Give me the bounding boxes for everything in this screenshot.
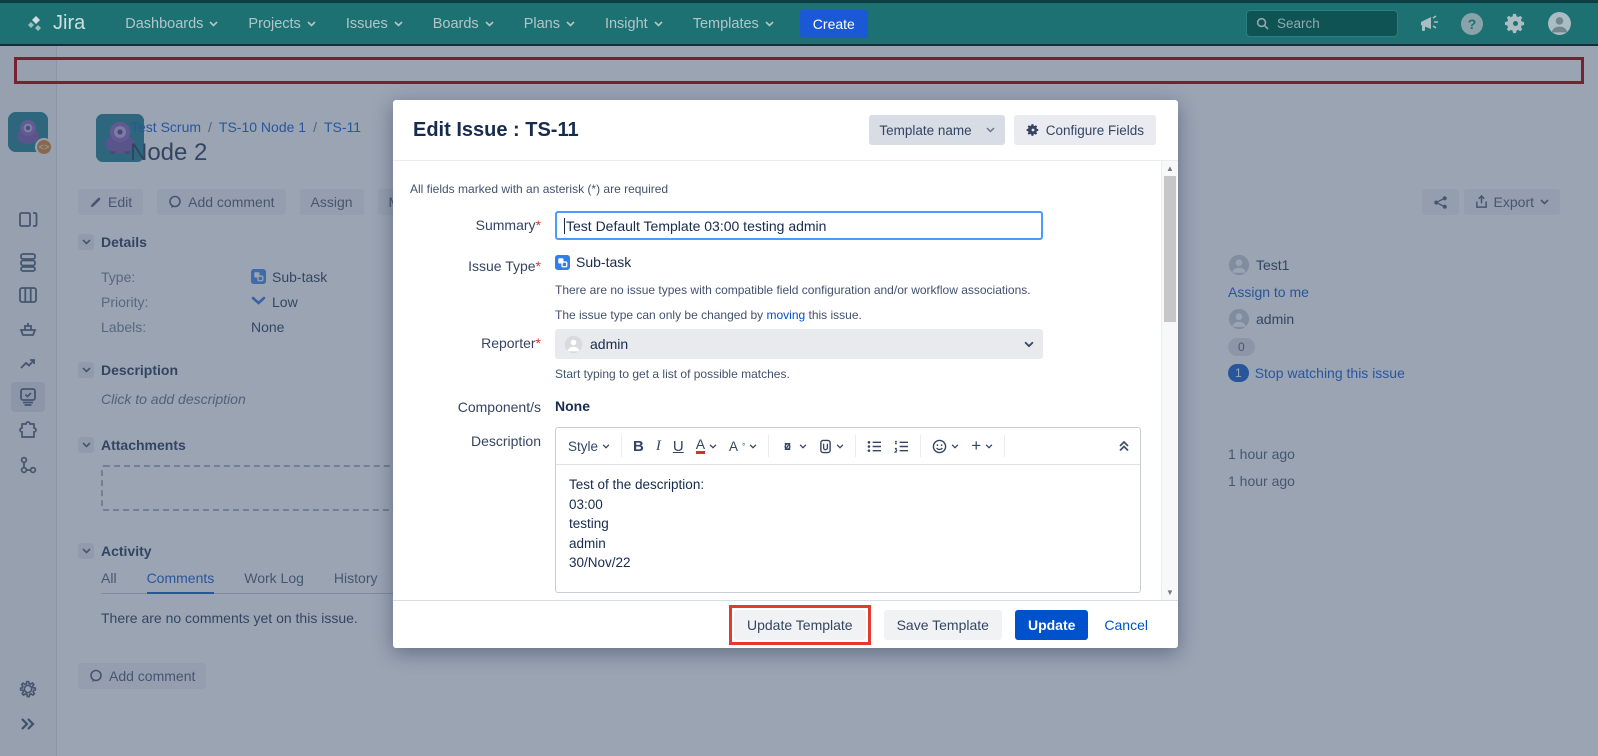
underline-button[interactable]: U (673, 438, 684, 455)
dialog-title: Edit Issue : TS-11 (413, 119, 579, 142)
dialog-body: All fields marked with an asterisk (*) a… (393, 161, 1161, 600)
issue-type-note: There are no issue types with compatible… (555, 283, 1031, 297)
create-button[interactable]: Create (800, 10, 868, 38)
bullet-list-icon (867, 440, 882, 453)
moving-link[interactable]: moving (766, 308, 805, 322)
megaphone-icon (1418, 14, 1440, 34)
chevron-down-icon (749, 444, 757, 449)
paperclip-icon (819, 439, 832, 454)
nav-right-cluster: ? (1246, 10, 1598, 37)
chevron-down-icon (986, 127, 995, 133)
help-button[interactable]: ? (1460, 12, 1484, 36)
jira-logo[interactable]: Jira (26, 12, 85, 35)
top-navigation-bar: Jira Dashboards Projects Issues Boards P… (0, 0, 1598, 46)
numbered-list-button[interactable] (894, 440, 909, 453)
chevron-down-icon (951, 444, 959, 449)
editor-toolbar: Style B I U A A° (556, 428, 1140, 465)
insert-more-button[interactable]: + (971, 436, 993, 456)
style-dropdown[interactable]: Style (568, 439, 610, 454)
chevron-down-icon (709, 444, 717, 449)
reporter-label: Reporter (481, 335, 535, 351)
gear-icon (1026, 123, 1040, 137)
gear-icon (1504, 12, 1527, 35)
dialog-header: Edit Issue : TS-11 Template name Configu… (393, 100, 1178, 161)
search-input[interactable] (1277, 16, 1387, 31)
update-button[interactable]: Update (1015, 610, 1088, 640)
attachment-button[interactable] (819, 439, 844, 454)
template-name-dropdown[interactable]: Template name (869, 115, 1004, 145)
settings-button[interactable] (1504, 12, 1527, 35)
numbered-list-icon (894, 440, 909, 453)
chevron-down-icon (985, 444, 993, 449)
summary-label: Summary (476, 217, 536, 233)
subtask-type-icon (555, 255, 570, 270)
bullet-list-button[interactable] (867, 440, 882, 453)
issue-type-label: Issue Type (468, 258, 535, 274)
nav-issues[interactable]: Issues (346, 16, 403, 32)
main-menu: Dashboards Projects Issues Boards Plans … (125, 16, 774, 32)
required-fields-note: All fields marked with an asterisk (*) a… (410, 182, 668, 196)
description-textarea[interactable]: Test of the description: 03:00 testing a… (556, 465, 1140, 592)
chevron-down-icon (799, 444, 807, 449)
chevron-down-icon (1024, 341, 1034, 348)
configure-fields-button[interactable]: Configure Fields (1014, 115, 1156, 145)
chevron-down-icon (654, 21, 663, 27)
dialog-footer: Update Template Save Template Update Can… (393, 600, 1178, 648)
link-icon (780, 440, 795, 453)
scroll-down-arrow-icon[interactable]: ▼ (1162, 585, 1178, 600)
chevron-down-icon (602, 444, 610, 449)
cancel-link[interactable]: Cancel (1104, 617, 1148, 633)
nav-boards[interactable]: Boards (433, 16, 494, 32)
nav-plans[interactable]: Plans (524, 16, 575, 32)
dialog-scrollbar[interactable]: ▲ ▼ (1161, 161, 1178, 600)
annotation-highlight-box: Update Template (729, 605, 871, 645)
chevron-down-icon (765, 21, 774, 27)
summary-input[interactable]: Test Default Template 03:00 testing admi… (555, 211, 1043, 240)
search-icon (1256, 17, 1269, 30)
chevron-down-icon (485, 21, 494, 27)
search-box[interactable] (1246, 10, 1398, 37)
chevron-down-icon (307, 21, 316, 27)
components-label: Component/s (393, 394, 541, 415)
edit-issue-dialog: Edit Issue : TS-11 Template name Configu… (393, 100, 1178, 648)
avatar-icon (1547, 11, 1572, 36)
chevron-down-icon (209, 21, 218, 27)
update-template-button[interactable]: Update Template (734, 610, 866, 640)
more-formatting-button[interactable]: A° (729, 439, 757, 454)
toolbar-collapse-icon[interactable] (1118, 440, 1130, 452)
save-template-button[interactable]: Save Template (884, 610, 1002, 640)
text-color-button[interactable]: A (696, 438, 717, 454)
bold-button[interactable]: B (633, 438, 644, 455)
reporter-select[interactable]: admin (555, 329, 1043, 359)
components-value: None (555, 394, 590, 415)
avatar-icon (564, 335, 583, 354)
link-button[interactable] (780, 440, 807, 453)
screen: Jira Dashboards Projects Issues Boards P… (0, 0, 1598, 756)
reporter-helper: Start typing to get a list of possible m… (555, 367, 790, 381)
user-avatar-button[interactable] (1547, 11, 1572, 36)
issue-type-value: Sub-task (555, 250, 631, 270)
nav-insight[interactable]: Insight (605, 16, 663, 32)
text-caret (564, 218, 565, 234)
description-editor: Style B I U A A° (555, 427, 1141, 593)
emoji-icon (932, 439, 947, 454)
scroll-up-arrow-icon[interactable]: ▲ (1162, 161, 1178, 176)
annotation-highlight-bar (14, 57, 1584, 84)
nav-dashboards[interactable]: Dashboards (125, 16, 218, 32)
nav-templates[interactable]: Templates (693, 16, 774, 32)
scrollbar-thumb[interactable] (1164, 176, 1176, 322)
svg-text:?: ? (1468, 16, 1477, 32)
jira-logo-icon (26, 14, 46, 34)
nav-projects[interactable]: Projects (248, 16, 315, 32)
announcements-button[interactable] (1418, 14, 1440, 34)
chevron-down-icon (836, 444, 844, 449)
chevron-down-icon (566, 21, 575, 27)
question-mark-icon: ? (1460, 12, 1484, 36)
italic-button[interactable]: I (656, 438, 661, 455)
emoji-button[interactable] (932, 439, 959, 454)
description-label: Description (393, 427, 541, 593)
chevron-down-icon (394, 21, 403, 27)
issue-type-move-note: The issue type can only be changed by mo… (555, 308, 862, 322)
jira-logo-text: Jira (53, 12, 85, 35)
